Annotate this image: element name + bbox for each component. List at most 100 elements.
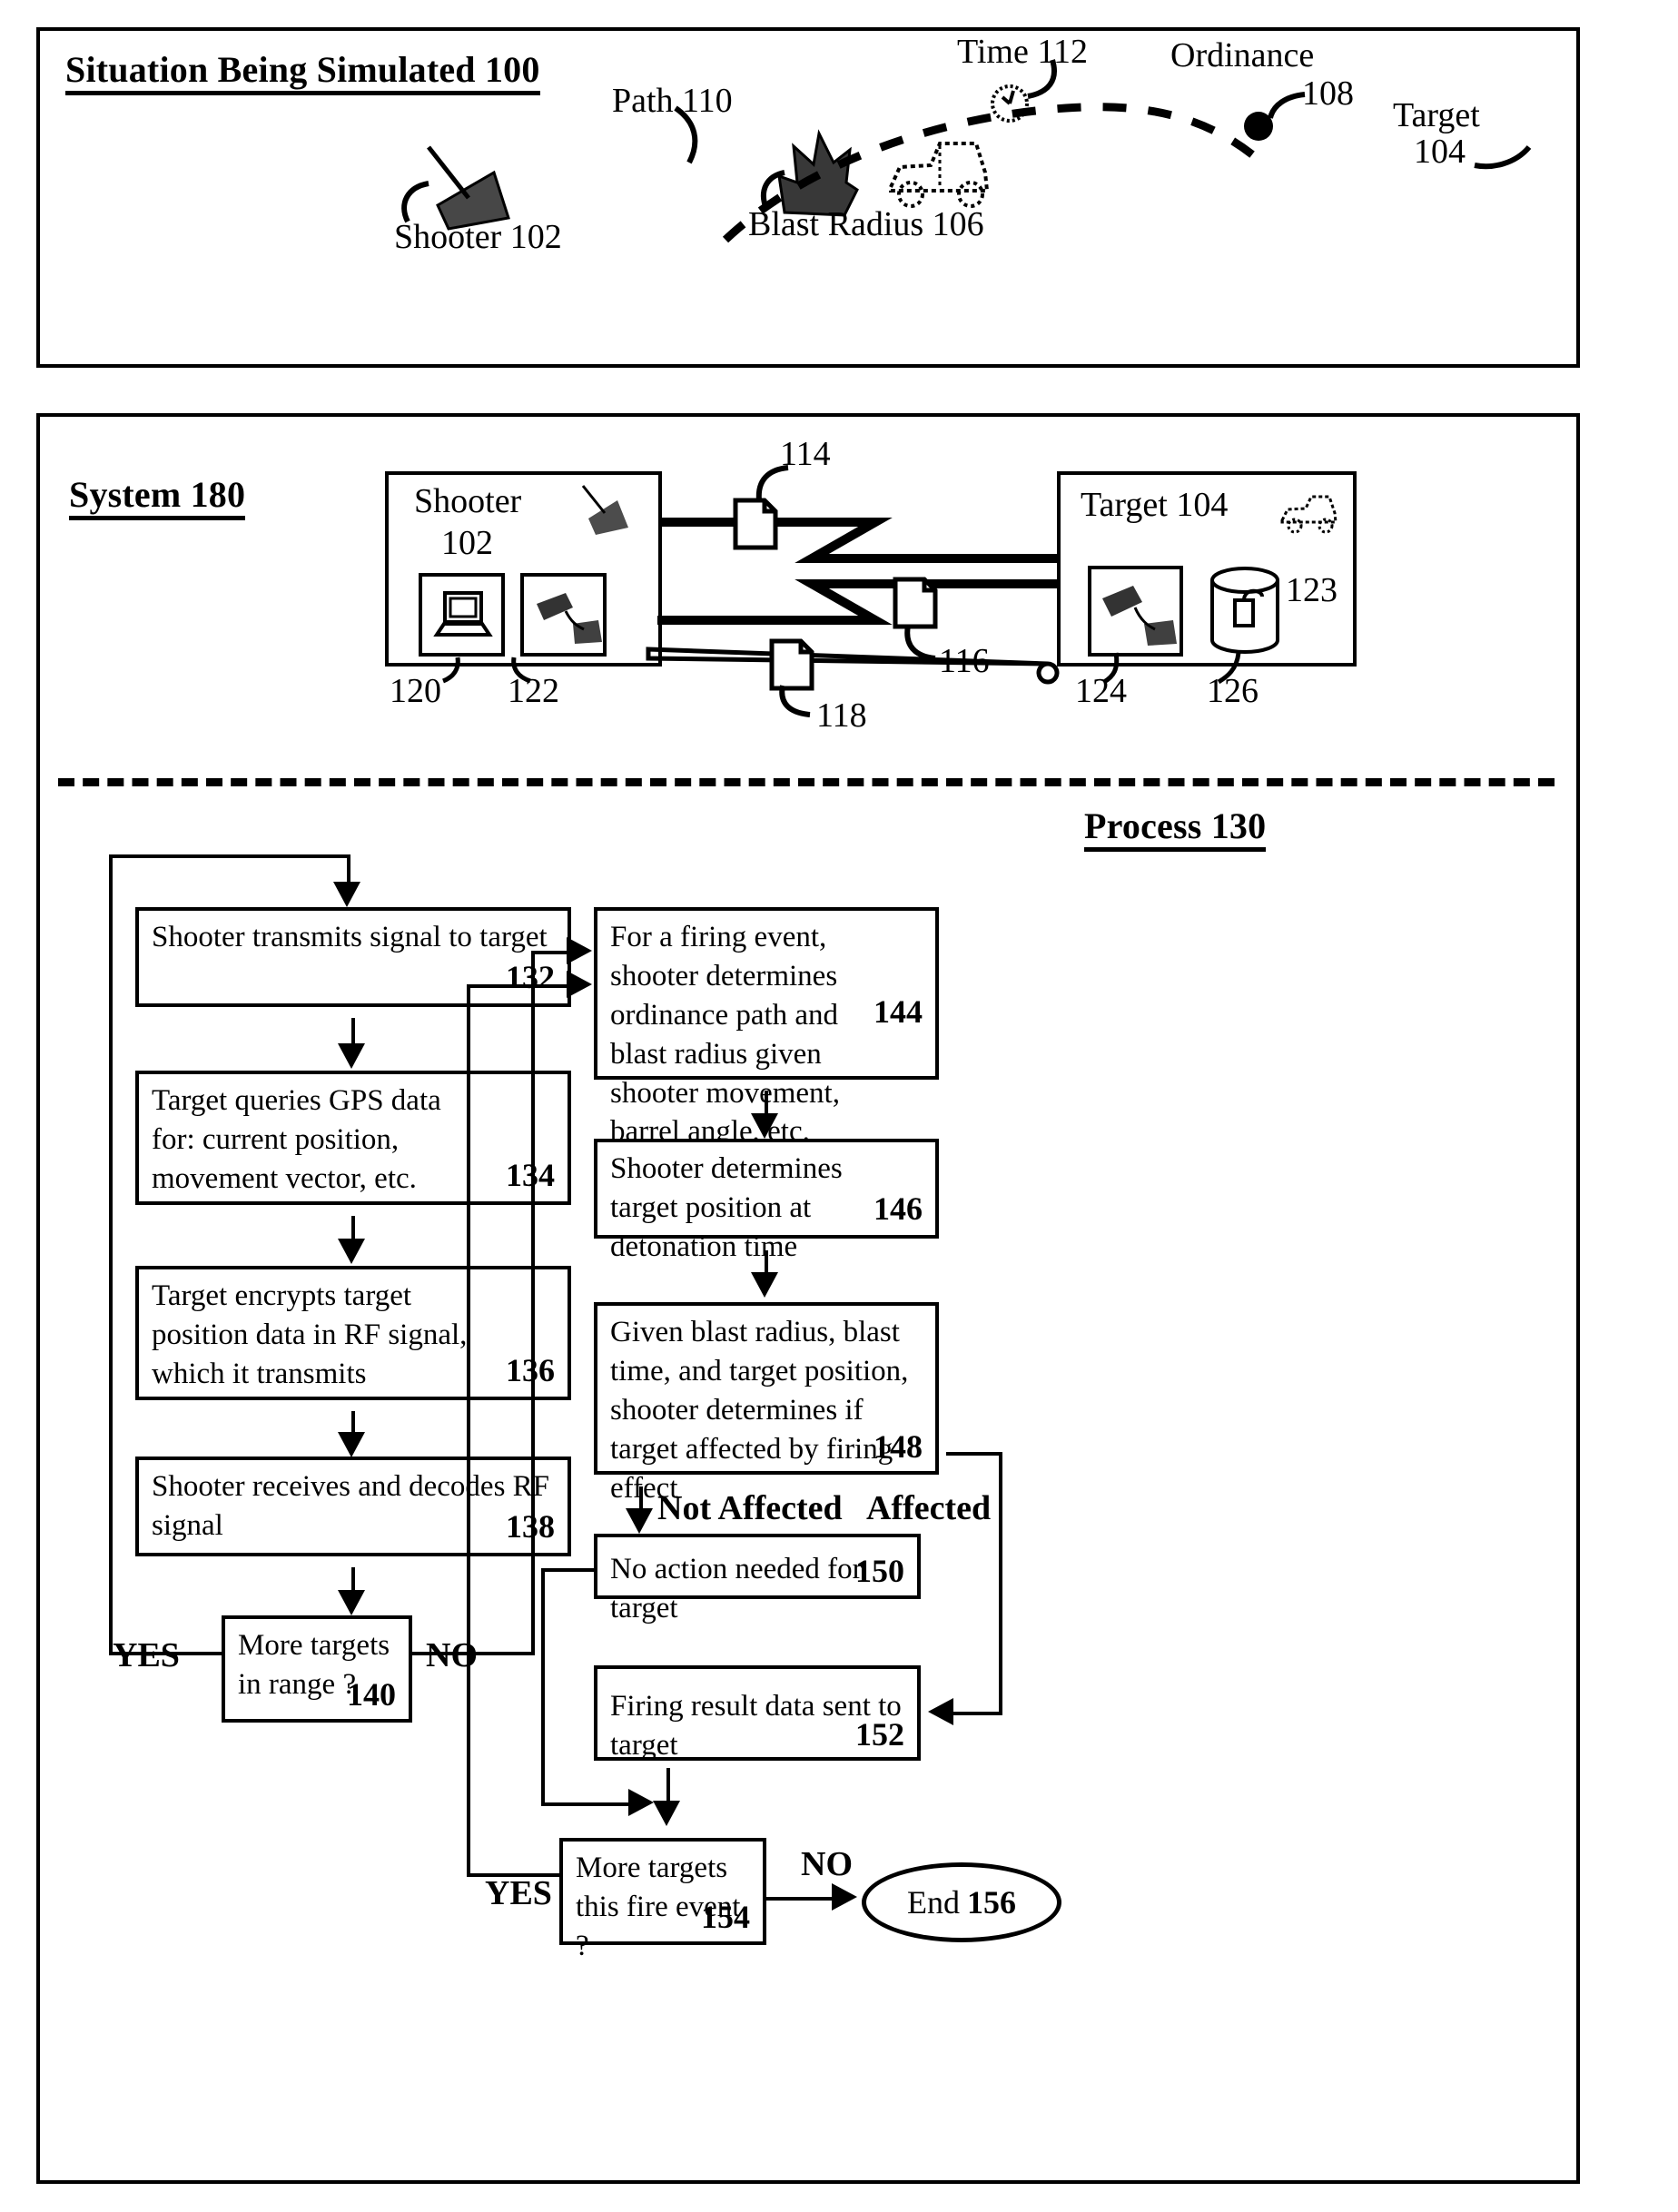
line-150-to-154 [541,1802,632,1806]
label-118: 118 [816,696,867,735]
decision-box-154-num: 154 [701,1899,750,1935]
terminator-end-156: End 156 [862,1862,1061,1942]
label-path-110: Path 110 [612,82,733,120]
label-shooter-102: Shooter 102 [394,218,562,256]
artillery-icon [537,593,602,644]
process-box-146: Shooter determines target position at de… [594,1139,946,1263]
line-154-no [766,1897,837,1901]
target-box-title: Target 104 [1081,486,1229,524]
process-box-150: No action needed for target 150 [594,1534,928,1624]
decision-box-140: More targets in range ? 140 [222,1615,420,1730]
loop-line-top [109,854,350,858]
edge-label-yes-140: YES [113,1636,180,1674]
process-box-136: Target encrypts target position data in … [135,1266,578,1407]
arrow-into-end-156 [832,1883,857,1911]
process-box-146-text: Shooter determines target position at de… [610,1152,843,1263]
label-ordinance-num: 108 [1302,74,1354,113]
edge-label-not-affected: Not Affected [657,1489,843,1527]
artillery-icon [1102,586,1177,646]
label-ordinance: Ordinance [1170,36,1315,74]
label-target-num: 104 [1414,133,1466,171]
process-box-148: Given blast radius, blast time, and targ… [594,1302,946,1505]
arrow-138-140 [338,1590,365,1615]
leader-lines-120-122 [441,657,531,684]
arrow-merge-154 [628,1789,654,1816]
arrow-132-134 [338,1043,365,1069]
system-panel: System 180 Shooter 102 120 122 Target 10… [36,413,1580,2184]
label-123: 123 [1286,571,1337,609]
terminator-end-num: 156 [967,1884,1016,1921]
line-140-no [412,1652,535,1655]
line-150-down [541,1568,545,1806]
database-cylinder-icon [1210,567,1279,654]
shooter-system-box: Shooter 102 [385,471,662,667]
decision-box-140-num: 140 [347,1676,396,1713]
label-116: 116 [939,642,990,680]
edge-label-no-154: NO [801,1845,853,1883]
arrow-into-144-bottom [567,971,592,998]
arrow-into-132 [333,882,360,907]
line-148-affected-down [999,1452,1002,1715]
label-target: Target [1393,96,1480,134]
process-box-136-num: 136 [506,1352,555,1388]
process-box-144: For a firing event, shooter determines o… [594,907,946,1148]
shooter-weapon-box [520,573,607,657]
edge-label-yes-154: YES [485,1874,552,1912]
process-box-152-num: 152 [855,1716,904,1753]
vehicle-icon [889,142,990,208]
arrow-144-146 [751,1113,778,1139]
process-box-152: Firing result data sent to target 152 [594,1665,928,1768]
process-box-144-text: For a firing event, shooter determines o… [610,921,840,1149]
arrow-152-154 [653,1801,680,1826]
line-154-yes [467,1873,563,1877]
loop-line-yes-left [109,854,113,1655]
decision-box-154: More targets this fire event ? 154 [559,1838,774,1962]
process-box-136-text: Target encrypts target position data in … [152,1279,468,1390]
line-154-yes-into-144 [467,984,568,988]
system-panel-heading: System 180 [69,476,246,520]
artillery-icon [581,485,628,535]
process-box-134-num: 134 [506,1157,555,1193]
loop-line-from-140-yes [109,1652,225,1655]
line-148-affected [946,1452,1002,1456]
line-154-yes-up [467,984,470,1876]
process-box-134-text: Target queries GPS data for: current pos… [152,1084,441,1195]
process-box-132-text: Shooter transmits signal to target [152,921,548,953]
process-box-150-num: 150 [855,1553,904,1589]
arrow-134-136 [338,1239,365,1264]
process-box-132: Shooter transmits signal to target 132 [135,907,578,1014]
process-box-148-text: Given blast radius, blast time, and targ… [610,1316,909,1505]
arrow-148-150 [626,1508,653,1534]
label-blast-radius-106: Blast Radius 106 [748,205,984,243]
process-box-150-text: No action needed for target [610,1553,863,1624]
target-weapon-box [1088,566,1183,657]
target-system-box: Target 104 123 [1057,471,1357,667]
vehicle-icon [1280,495,1337,534]
shooter-box-title-line2: 102 [441,524,493,562]
process-box-138: Shooter receives and decodes RF signal 1… [135,1457,578,1564]
shooter-computer-box [419,573,505,657]
situation-panel: Situation Being Simulated 100 Path 110 T… [36,27,1580,368]
arrow-into-152 [928,1698,953,1725]
section-divider [58,778,1555,786]
line-150-out [541,1568,597,1572]
edge-label-affected: Affected [866,1489,992,1527]
process-box-138-num: 138 [506,1508,555,1545]
process-box-134: Target queries GPS data for: current pos… [135,1071,578,1212]
process-box-146-num: 146 [874,1190,923,1227]
process-box-138-text: Shooter receives and decodes RF signal [152,1470,550,1542]
line-into-152 [948,1712,1001,1715]
terminator-end-label: End [907,1884,960,1921]
line-140-no-up [531,951,535,1655]
process-box-132-num: 132 [506,959,555,995]
laptop-icon [433,591,493,637]
patent-figure-page: Situation Being Simulated 100 Path 110 T… [0,0,1678,2212]
signal-channels [646,518,1060,685]
label-time-112: Time 112 [957,33,1088,71]
shooter-box-title-line1: Shooter [414,482,522,520]
line-140-no-into-144 [531,951,568,954]
arrow-into-144-top [567,937,592,964]
arrow-146-148 [751,1272,778,1298]
process-heading: Process 130 [1084,807,1267,852]
arrow-136-138 [338,1432,365,1457]
